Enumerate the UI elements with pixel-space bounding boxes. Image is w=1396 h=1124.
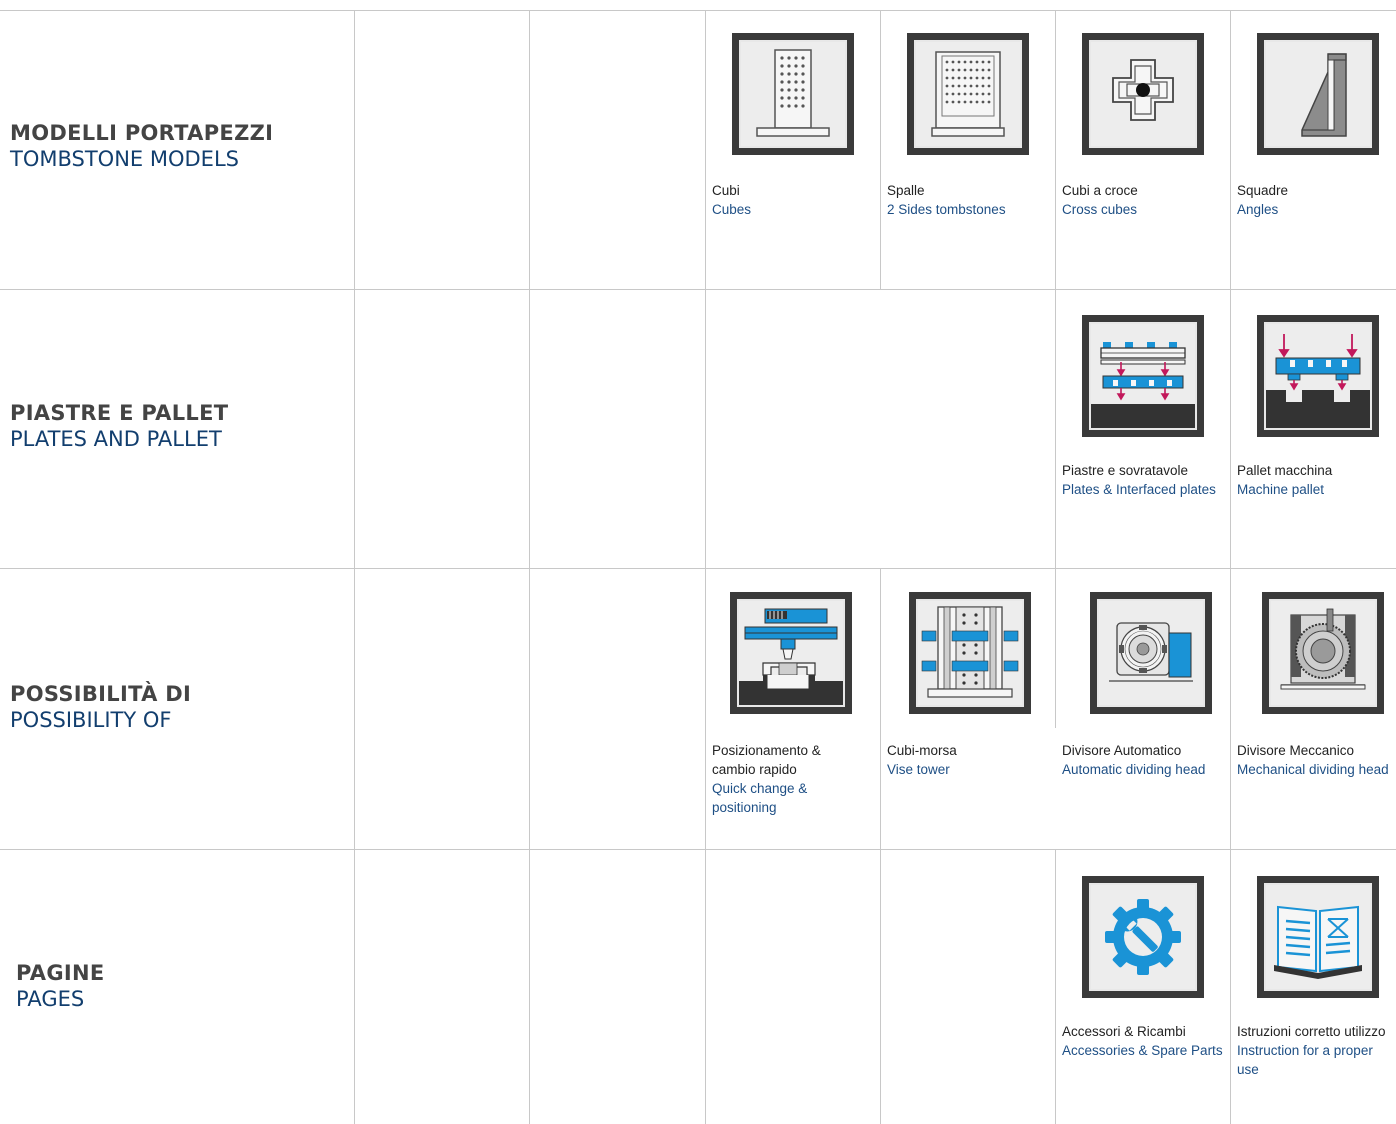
mechanical-dividing-head-icon[interactable] — [1262, 592, 1384, 714]
caption-quick-change: Posizionamento & cambio rapido Quick cha… — [712, 741, 852, 817]
manual-book-icon[interactable] — [1257, 876, 1379, 998]
gear-wrench-icon[interactable] — [1082, 876, 1204, 998]
caption-vise-tower: Cubi-morsa Vise tower — [887, 741, 957, 779]
vise-tower-icon[interactable] — [909, 592, 1031, 714]
row-title-possibility: POSSIBILITÀ DI POSSIBILITY OF — [10, 681, 191, 733]
row-title-en: PLATES AND PALLET — [10, 427, 222, 451]
caption-en: Cubes — [712, 202, 752, 217]
automatic-dividing-head-icon[interactable] — [1090, 592, 1212, 714]
divider — [0, 849, 1396, 850]
column-divider — [880, 10, 881, 289]
caption-it: Divisore Automatico — [1062, 743, 1182, 758]
caption-en: Angles — [1237, 202, 1279, 217]
row-title-pages: PAGINE PAGES — [16, 960, 105, 1012]
column-divider — [354, 10, 355, 1124]
caption-mechanical-head: Divisore Meccanico Mechanical dividing h… — [1237, 741, 1389, 779]
caption-it: Posizionamento & cambio rapido — [712, 743, 821, 777]
caption-accessories: Accessori & Ricambi Accessories & Spare … — [1062, 1022, 1223, 1060]
row-title-en: PAGES — [16, 987, 85, 1011]
column-divider — [529, 10, 530, 1124]
caption-it: Cubi a croce — [1062, 183, 1138, 198]
caption-it: Spalle — [887, 183, 925, 198]
caption-en: Cross cubes — [1062, 202, 1138, 217]
caption-it: Cubi-morsa — [887, 743, 957, 758]
column-divider — [705, 10, 706, 1124]
interfaced-plates-icon[interactable] — [1082, 315, 1204, 437]
caption-cross-cubes: Cubi a croce Cross cubes — [1062, 181, 1138, 219]
caption-en: Vise tower — [887, 762, 950, 777]
divider — [0, 10, 1396, 11]
angle-bracket-icon[interactable] — [1257, 33, 1379, 155]
cross-cube-icon[interactable] — [1082, 33, 1204, 155]
caption-it: Divisore Meccanico — [1237, 743, 1355, 758]
caption-it: Pallet macchina — [1237, 463, 1333, 478]
column-divider — [1230, 10, 1231, 1124]
caption-it: Istruzioni corretto utilizzo — [1237, 1024, 1386, 1039]
caption-automatic-head: Divisore Automatico Automatic dividing h… — [1062, 741, 1205, 779]
row-title-it: MODELLI PORTAPEZZI — [10, 121, 274, 145]
caption-pallet: Pallet macchina Machine pallet — [1237, 461, 1332, 499]
caption-en: Machine pallet — [1237, 482, 1325, 497]
column-divider — [1055, 10, 1056, 728]
caption-manual: Istruzioni corretto utilizzo Instruction… — [1237, 1022, 1396, 1079]
quick-change-icon[interactable] — [730, 592, 852, 714]
column-divider — [1055, 849, 1056, 1124]
row-title-it: POSSIBILITÀ DI — [10, 682, 192, 706]
row-title-it: PAGINE — [16, 961, 105, 985]
machine-pallet-icon[interactable] — [1257, 315, 1379, 437]
caption-en: Mechanical dividing head — [1237, 762, 1389, 777]
caption-it: Accessori & Ricambi — [1062, 1024, 1186, 1039]
caption-plates: Piastre e sovratavole Plates & Interface… — [1062, 461, 1216, 499]
caption-it: Piastre e sovratavole — [1062, 463, 1189, 478]
row-title-plates-pallet: PIASTRE E PALLET PLATES AND PALLET — [10, 400, 228, 452]
column-divider — [880, 568, 881, 1124]
row-title-en: POSSIBILITY OF — [10, 708, 172, 732]
caption-spalle: Spalle 2 Sides tombstones — [887, 181, 1006, 219]
divider — [0, 289, 1396, 290]
divider — [0, 568, 1396, 569]
two-sides-tombstone-icon[interactable] — [907, 33, 1029, 155]
caption-it: Cubi — [712, 183, 740, 198]
caption-en: Accessories & Spare Parts — [1062, 1043, 1223, 1058]
caption-angles: Squadre Angles — [1237, 181, 1288, 219]
row-title-tombstone-models: MODELLI PORTAPEZZI TOMBSTONE MODELS — [10, 120, 273, 172]
row-title-en: TOMBSTONE MODELS — [10, 147, 239, 171]
caption-en: Automatic dividing head — [1062, 762, 1206, 777]
caption-en: Quick change & positioning — [712, 781, 808, 815]
cube-tombstone-icon[interactable] — [732, 33, 854, 155]
caption-it: Squadre — [1237, 183, 1289, 198]
caption-cubes: Cubi Cubes — [712, 181, 751, 219]
row-title-it: PIASTRE E PALLET — [10, 401, 229, 425]
caption-en: Instruction for a proper use — [1237, 1043, 1373, 1077]
caption-en: Plates & Interfaced plates — [1062, 482, 1216, 497]
caption-en: 2 Sides tombstones — [887, 202, 1006, 217]
